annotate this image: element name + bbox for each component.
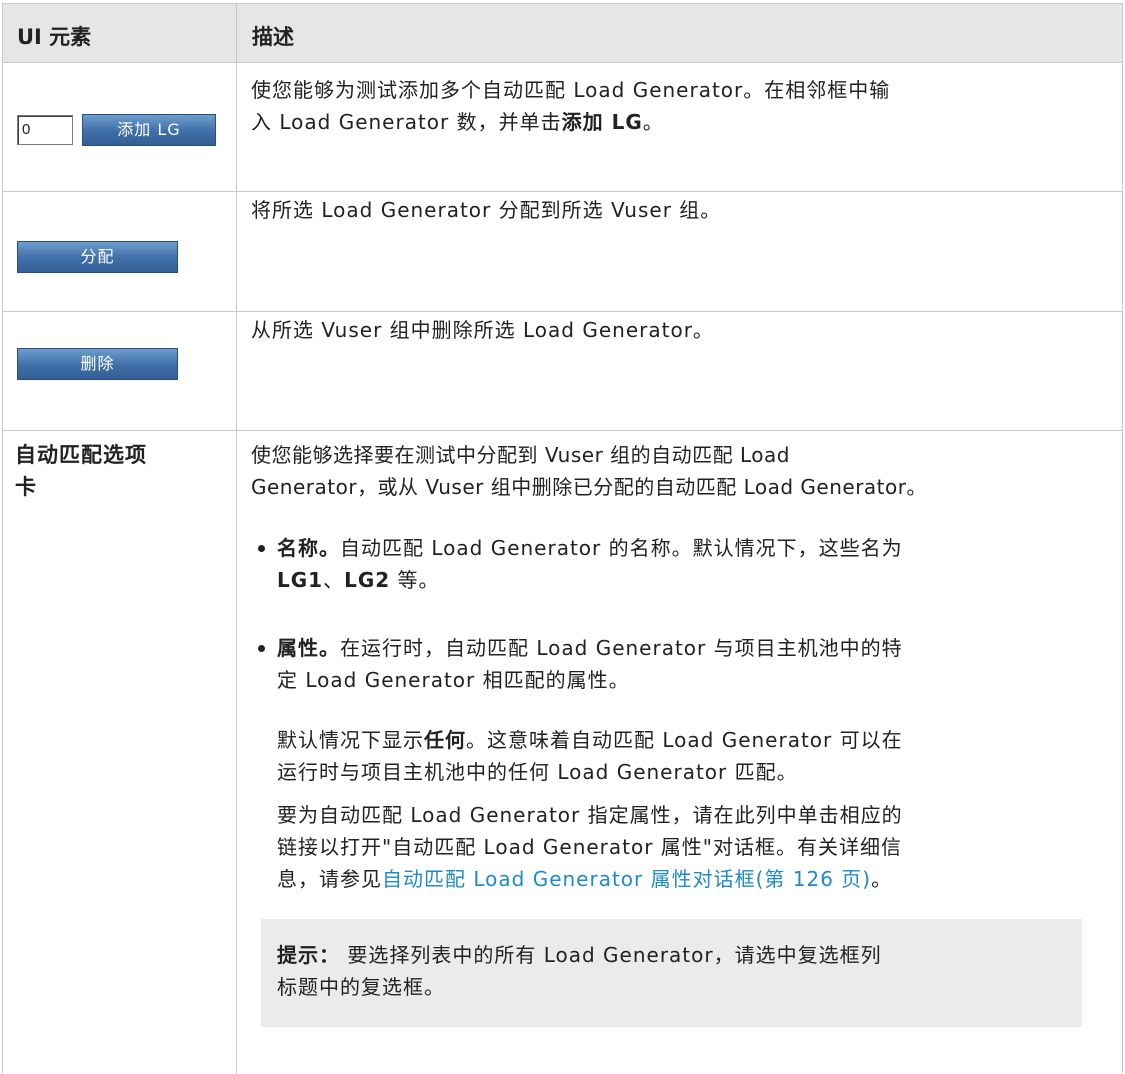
- bullet-dot: [258, 645, 265, 652]
- header-ui-element: UI 元素: [17, 25, 92, 49]
- default-any-paragraph: 默认情况下显示任何。这意味着自动匹配 Load Generator 可以在 运行…: [277, 728, 903, 784]
- table-row-assign: 分配 将所选 Load Generator 分配到所选 Vuser 组。: [3, 192, 1122, 312]
- remove-description: 从所选 Vuser 组中删除所选 Load Generator。: [251, 318, 714, 342]
- lg-count-input[interactable]: 0: [17, 115, 73, 145]
- tip-label: 提示：: [277, 943, 340, 967]
- ui-elements-table: UI 元素 描述 0 添加 LG 使您能够为测试添加多个自动匹配 Load Ge…: [2, 3, 1123, 1074]
- specify-attributes-paragraph: 要为自动匹配 Load Generator 指定属性，请在此列中单击相应的 链接…: [277, 803, 903, 891]
- table-row-add-lg: 0 添加 LG 使您能够为测试添加多个自动匹配 Load Generator。在…: [3, 63, 1122, 192]
- table-header-row: UI 元素 描述: [3, 4, 1122, 63]
- remove-button[interactable]: 删除: [17, 348, 178, 380]
- name-bullet-text: 名称。自动匹配 Load Generator 的名称。默认情况下，这些名为 LG…: [277, 536, 903, 592]
- bullet-dot: [258, 545, 265, 552]
- attributes-bullet-text: 属性。在运行时，自动匹配 Load Generator 与项目主机池中的特 定 …: [277, 636, 903, 692]
- assign-button[interactable]: 分配: [17, 241, 178, 273]
- table-row-remove: 删除 从所选 Vuser 组中删除所选 Load Generator。: [3, 312, 1122, 431]
- assign-description: 将所选 Load Generator 分配到所选 Vuser 组。: [251, 198, 722, 222]
- table-row-automatch-tab: 自动匹配选项 卡 使您能够选择要在测试中分配到 Vuser 组的自动匹配 Loa…: [3, 431, 1122, 1074]
- header-description: 描述: [252, 25, 294, 49]
- automatch-tab-intro: 使您能够选择要在测试中分配到 Vuser 组的自动匹配 Load Generat…: [251, 443, 927, 499]
- attributes-dialog-link[interactable]: 自动匹配 Load Generator 属性对话框(第 126 页): [382, 867, 871, 891]
- tip-box: 提示： 要选择列表中的所有 Load Generator，请选中复选框列 标题中…: [261, 919, 1082, 1027]
- add-lg-button[interactable]: 添加 LG: [82, 114, 216, 146]
- tip-text: 提示： 要选择列表中的所有 Load Generator，请选中复选框列 标题中…: [277, 943, 882, 999]
- add-lg-description: 使您能够为测试添加多个自动匹配 Load Generator。在相邻框中输 入 …: [251, 78, 891, 134]
- automatch-tab-name: 自动匹配选项 卡: [15, 443, 147, 499]
